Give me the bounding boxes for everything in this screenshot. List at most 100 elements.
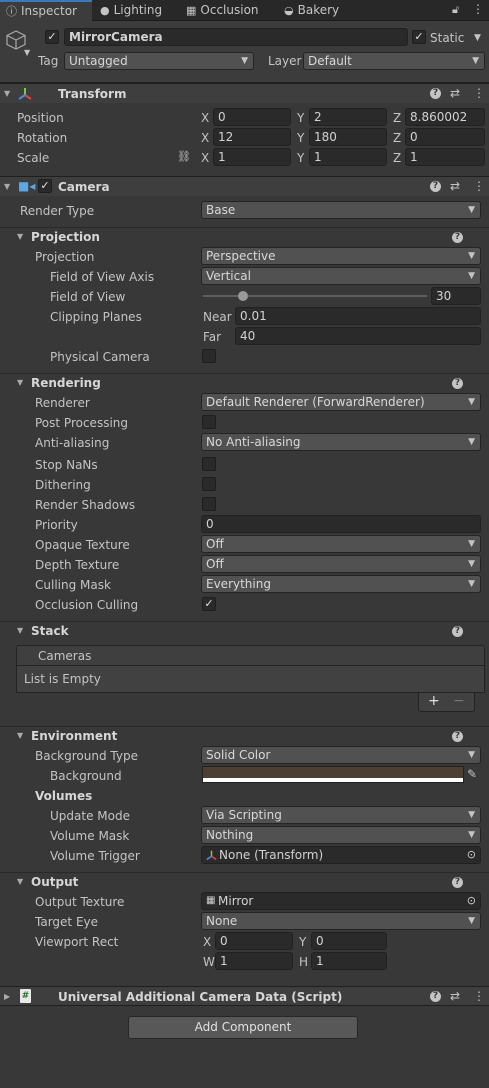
tab-occlusion[interactable]: ▦ Occlusion	[186, 0, 276, 21]
transform-header[interactable]: ▼ Transform ? ⇄ ⋮	[0, 83, 489, 103]
rotation-x-input[interactable]: 12	[213, 128, 291, 146]
camera-enabled-checkbox[interactable]: ✓	[38, 179, 52, 193]
priority-input[interactable]: 0	[201, 515, 481, 533]
foldout-arrow-right-icon[interactable]: ▶	[4, 992, 10, 1002]
help-icon[interactable]: ?	[430, 991, 441, 1002]
presets-icon[interactable]: ⇄	[450, 990, 460, 1002]
background-color-field[interactable]	[202, 766, 464, 783]
scale-x-input[interactable]: 1	[213, 148, 291, 166]
help-icon[interactable]: ?	[452, 232, 463, 243]
object-picker-icon[interactable]: ⊙	[467, 893, 476, 909]
help-icon[interactable]: ?	[452, 626, 463, 637]
render-type-dropdown[interactable]: Base ▼	[201, 201, 481, 219]
foldout-arrow-icon[interactable]: ▼	[17, 877, 23, 887]
opaque-texture-dropdown[interactable]: Off ▼	[201, 535, 481, 553]
remove-icon[interactable]: −	[453, 694, 465, 708]
dithering-checkbox[interactable]	[202, 477, 216, 491]
lock-icon[interactable]: 🔓︎	[452, 4, 459, 16]
render-shadows-checkbox[interactable]	[202, 497, 216, 511]
tab-lighting[interactable]: ● Lighting	[100, 0, 180, 21]
help-icon[interactable]: ?	[430, 88, 441, 99]
rotation-y-input[interactable]: 180	[309, 128, 387, 146]
target-eye-dropdown[interactable]: None ▼	[201, 912, 481, 930]
position-x-input[interactable]: 0	[213, 108, 291, 126]
tab-bakery[interactable]: ◒ Bakery	[284, 0, 364, 21]
far-input[interactable]: 40	[235, 327, 481, 345]
add-component-button[interactable]: Add Component	[128, 1016, 358, 1039]
layer-dropdown[interactable]: Default ▼	[303, 52, 485, 70]
presets-icon[interactable]: ⇄	[450, 180, 460, 192]
scale-y-input[interactable]: 1	[309, 148, 387, 166]
viewport-w-input[interactable]: 1	[215, 952, 293, 970]
rendering-section-header[interactable]: ▼ Rendering ?	[0, 373, 489, 391]
occlusion-culling-checkbox[interactable]: ✓	[202, 597, 216, 611]
help-icon[interactable]: ?	[452, 731, 463, 742]
eyedropper-icon[interactable]: ✎	[467, 768, 477, 780]
kebab-menu-icon[interactable]: ⋮	[473, 87, 485, 99]
viewport-y-input[interactable]: 0	[311, 932, 387, 950]
foldout-arrow-icon[interactable]: ▼	[17, 731, 23, 741]
foldout-arrow-icon[interactable]: ▼	[17, 626, 23, 636]
update-mode-dropdown[interactable]: Via Scripting ▼	[201, 806, 481, 824]
object-name-input[interactable]: MirrorCamera	[64, 28, 408, 46]
volume-trigger-field[interactable]: None (Transform) ⊙	[201, 846, 481, 864]
foldout-arrow-icon[interactable]: ▼	[17, 378, 23, 388]
kebab-menu-icon[interactable]: ⋮	[473, 180, 485, 192]
help-icon[interactable]: ?	[452, 378, 463, 389]
environment-section-header[interactable]: ▼ Environment ?	[0, 726, 489, 744]
fov-axis-dropdown[interactable]: Vertical ▼	[201, 267, 481, 285]
physical-camera-checkbox[interactable]	[202, 349, 216, 363]
foldout-arrow-icon[interactable]: ▼	[4, 89, 10, 99]
position-y-input[interactable]: 2	[309, 108, 387, 126]
active-checkbox[interactable]: ✓	[45, 30, 59, 44]
position-z-input[interactable]: 8.860002	[405, 108, 485, 126]
post-processing-label: Post Processing	[35, 416, 128, 430]
near-input[interactable]: 0.01	[235, 307, 481, 325]
camera-header[interactable]: ▼ ■◂ ✓ Camera ? ⇄ ⋮	[0, 176, 489, 196]
fov-slider-track[interactable]	[203, 295, 427, 297]
help-icon[interactable]: ?	[452, 877, 463, 888]
viewport-h-input[interactable]: 1	[311, 952, 387, 970]
foldout-arrow-icon[interactable]: ▼	[17, 232, 23, 242]
static-checkbox[interactable]: ✓	[412, 30, 426, 44]
depth-texture-dropdown[interactable]: Off ▼	[201, 555, 481, 573]
output-section-header[interactable]: ▼ Output ?	[0, 872, 489, 890]
help-icon[interactable]: ?	[430, 181, 441, 192]
axis-y-label: Y	[299, 935, 307, 949]
add-icon[interactable]: +	[428, 694, 440, 708]
tag-value: Untagged	[69, 54, 128, 68]
background-label: Background	[50, 769, 122, 783]
layer-value: Default	[308, 54, 352, 68]
projection-dropdown[interactable]: Perspective ▼	[201, 247, 481, 265]
chevron-down-icon: ▼	[468, 397, 475, 407]
background-type-dropdown[interactable]: Solid Color ▼	[201, 746, 481, 764]
stack-section-header[interactable]: ▼ Stack ?	[0, 621, 489, 639]
static-dropdown-arrow-icon[interactable]: ▼	[474, 32, 481, 44]
icon-dropdown-arrow-icon[interactable]: ▼	[24, 47, 30, 59]
viewport-x-input[interactable]: 0	[215, 932, 293, 950]
culling-mask-dropdown[interactable]: Everything ▼	[201, 575, 481, 593]
transform-axes-icon	[18, 88, 32, 100]
constrain-link-icon[interactable]: ⛓	[177, 151, 191, 163]
foldout-arrow-icon[interactable]: ▼	[4, 182, 10, 192]
script-component-header[interactable]: ▶ # Universal Additional Camera Data (Sc…	[0, 986, 489, 1006]
tab-inspector[interactable]: ⓘ Inspector	[0, 0, 92, 21]
rotation-z-input[interactable]: 0	[405, 128, 485, 146]
stop-nans-checkbox[interactable]	[202, 457, 216, 471]
kebab-menu-icon[interactable]: ⋮	[473, 990, 485, 1002]
scale-z-input[interactable]: 1	[405, 148, 485, 166]
culling-mask-label: Culling Mask	[35, 578, 111, 592]
fov-input[interactable]: 30	[431, 287, 481, 305]
anti-aliasing-dropdown[interactable]: No Anti-aliasing ▼	[201, 433, 481, 451]
volume-mask-dropdown[interactable]: Nothing ▼	[201, 826, 481, 844]
kebab-menu-icon[interactable]: ⋮	[472, 3, 484, 15]
presets-icon[interactable]: ⇄	[450, 87, 460, 99]
fov-slider-thumb[interactable]	[238, 291, 249, 301]
post-processing-checkbox[interactable]	[202, 415, 216, 429]
projection-section-header[interactable]: ▼ Projection ?	[0, 227, 489, 245]
tag-dropdown[interactable]: Untagged ▼	[64, 52, 254, 70]
output-texture-field[interactable]: ▦ Mirror ⊙	[201, 892, 481, 910]
anti-aliasing-label: Anti-aliasing	[35, 436, 110, 450]
object-picker-icon[interactable]: ⊙	[467, 847, 476, 863]
renderer-dropdown[interactable]: Default Renderer (ForwardRenderer) ▼	[201, 393, 481, 411]
